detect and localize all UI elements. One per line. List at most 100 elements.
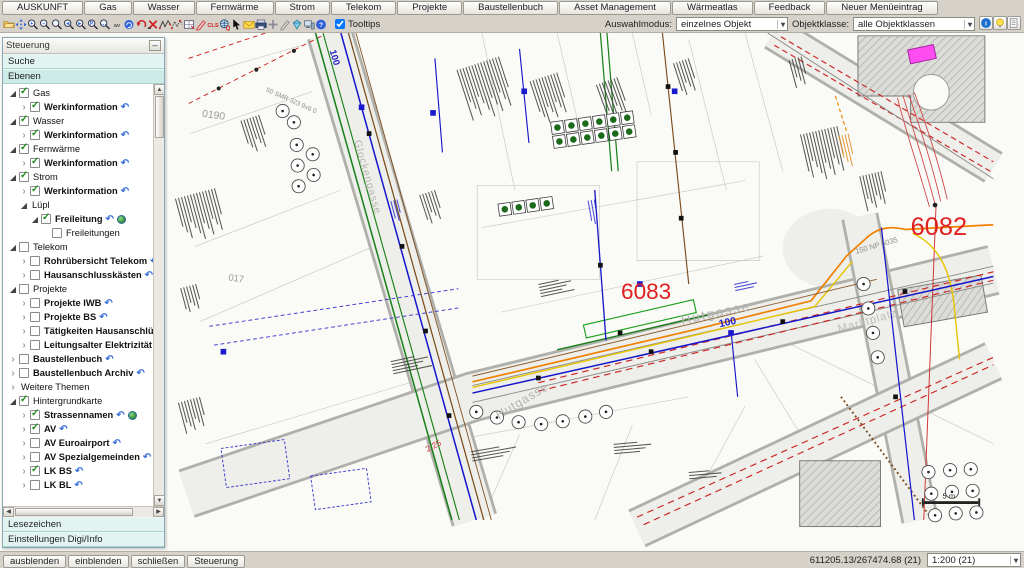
- collapse-icon[interactable]: ◢: [8, 173, 18, 182]
- menu-item-strom[interactable]: Strom: [275, 1, 330, 15]
- zoom-scale-icon[interactable]: …: [99, 17, 111, 32]
- collapse-icon[interactable]: ◢: [19, 201, 29, 210]
- open-folder-icon[interactable]: [3, 17, 15, 32]
- scroll-right-icon[interactable]: ▶: [153, 507, 164, 517]
- undo-icon[interactable]: [135, 17, 147, 32]
- gem-icon[interactable]: [291, 17, 303, 32]
- expand-icon[interactable]: ›: [19, 424, 29, 435]
- redlining-icon[interactable]: [123, 17, 135, 32]
- search-object-icon[interactable]: Q: [219, 17, 231, 32]
- collapse-icon[interactable]: ◢: [30, 215, 40, 224]
- statusbar-button-ausblenden[interactable]: ausblenden: [3, 555, 66, 568]
- layer-item-telekom[interactable]: ◢Telekom: [3, 240, 153, 254]
- layer-checkbox[interactable]: [19, 368, 29, 378]
- help-icon[interactable]: ?: [315, 17, 327, 32]
- layer-item-baustellenbuch-archiv[interactable]: ›Baustellenbuch Archiv↶: [3, 366, 153, 380]
- layer-checkbox[interactable]: [30, 340, 40, 350]
- layer-checkbox[interactable]: [19, 242, 29, 252]
- collapse-icon[interactable]: ◢: [8, 117, 18, 126]
- layer-item-rohr-bersicht-telekom[interactable]: ›Rohrübersicht Telekom↶: [3, 254, 153, 268]
- expand-icon[interactable]: ›: [19, 130, 29, 141]
- collapse-icon[interactable]: ◢: [8, 285, 18, 294]
- globe-icon[interactable]: [128, 411, 137, 420]
- expand-icon[interactable]: ›: [19, 312, 29, 323]
- map-canvas[interactable]: 608260830190017100100HutgasseHutgasseMar…: [0, 33, 1024, 551]
- layer-item-gas[interactable]: ◢Gas: [3, 86, 153, 100]
- expand-icon[interactable]: ›: [19, 186, 29, 197]
- scrollbar-thumb[interactable]: [155, 96, 164, 138]
- previous-view-icon[interactable]: ◂: [63, 17, 75, 32]
- layer-checkbox[interactable]: [30, 410, 40, 420]
- section-lesezeichen[interactable]: Lesezeichen: [3, 517, 164, 532]
- menu-item-w-rmeatlas[interactable]: Wärmeatlas: [672, 1, 753, 15]
- scroll-left-icon[interactable]: ◀: [3, 507, 14, 517]
- horizontal-scrollbar[interactable]: ◀ ▶: [3, 506, 164, 517]
- expand-icon[interactable]: ›: [19, 256, 29, 267]
- refresh-layer-icon[interactable]: ↶: [121, 158, 129, 169]
- expand-icon[interactable]: ›: [19, 480, 29, 491]
- layer-checkbox[interactable]: [30, 326, 40, 336]
- pan-icon[interactable]: P: [87, 17, 99, 32]
- globe-icon[interactable]: [117, 215, 126, 224]
- zoom-extent-icon[interactable]: [15, 17, 27, 32]
- menu-item-telekom[interactable]: Telekom: [331, 1, 396, 15]
- objektklasse-select[interactable]: alle Objektklassen▾: [853, 17, 975, 31]
- layer-item-werkinformation[interactable]: ›Werkinformation↶: [3, 128, 153, 142]
- layer-item-werkinformation[interactable]: ›Werkinformation↶: [3, 100, 153, 114]
- tooltips-checkbox[interactable]: [335, 19, 345, 29]
- statusbar-button-einblenden[interactable]: einblenden: [68, 555, 129, 568]
- idea-bulb-icon[interactable]: [993, 16, 1007, 30]
- layer-item-strom[interactable]: ◢Strom: [3, 170, 153, 184]
- minimize-button[interactable]: –: [149, 40, 161, 51]
- layer-item-werkinformation[interactable]: ›Werkinformation↶: [3, 184, 153, 198]
- menu-item-wasser[interactable]: Wasser: [133, 1, 195, 15]
- print-icon[interactable]: [255, 17, 267, 32]
- refresh-layer-icon[interactable]: ↶: [75, 466, 83, 477]
- refresh-layer-icon[interactable]: ↶: [99, 312, 107, 323]
- expand-icon[interactable]: ›: [19, 452, 29, 463]
- expand-icon[interactable]: ›: [19, 270, 29, 281]
- refresh-layer-icon[interactable]: ↶: [104, 298, 112, 309]
- menu-item-neuer-men-eintrag[interactable]: Neuer Menüeintrag: [826, 1, 937, 15]
- scroll-down-icon[interactable]: ▼: [154, 495, 164, 506]
- menu-item-asset-management[interactable]: Asset Management: [559, 1, 671, 15]
- collapse-icon[interactable]: ◢: [8, 145, 18, 154]
- refresh-layer-icon[interactable]: ↶: [112, 438, 120, 449]
- auswahlmodus-select[interactable]: einzelnes Objekt▾: [676, 17, 788, 31]
- layer-checkbox[interactable]: [41, 214, 51, 224]
- layer-checkbox[interactable]: [30, 312, 40, 322]
- refresh-layer-icon[interactable]: ↶: [121, 130, 129, 141]
- layer-item-lk-bs[interactable]: ›LK BS↶: [3, 464, 153, 478]
- layer-checkbox[interactable]: [30, 270, 40, 280]
- layer-checkbox[interactable]: [30, 256, 40, 266]
- layer-checkbox[interactable]: [19, 116, 29, 126]
- info-circle-icon[interactable]: i: [979, 16, 993, 30]
- layer-item-wasser[interactable]: ◢Wasser: [3, 114, 153, 128]
- info-pointer-icon[interactable]: [231, 17, 243, 32]
- menu-item-feedback[interactable]: Feedback: [754, 1, 826, 15]
- expand-icon[interactable]: ›: [8, 382, 18, 393]
- layer-item-weitere-themen[interactable]: ›Weitere Themen: [3, 380, 153, 394]
- section-einstellungen[interactable]: Einstellungen Digi/Info: [3, 532, 164, 547]
- expand-icon[interactable]: ›: [19, 438, 29, 449]
- layer-item-hausanschlussk-sten[interactable]: ›Hausanschlusskästen↶: [3, 268, 153, 282]
- expand-icon[interactable]: ›: [8, 368, 18, 379]
- refresh-layer-icon[interactable]: ↶: [143, 452, 151, 463]
- expand-icon[interactable]: ›: [19, 340, 29, 351]
- section-suche[interactable]: Suche: [3, 54, 164, 69]
- layer-item-strassennamen[interactable]: ›Strassennamen↶: [3, 408, 153, 422]
- refresh-layer-icon[interactable]: ↶: [106, 214, 114, 225]
- layer-checkbox[interactable]: [30, 452, 40, 462]
- layer-checkbox[interactable]: [30, 186, 40, 196]
- layer-checkbox[interactable]: [19, 284, 29, 294]
- session-icon[interactable]: [303, 17, 315, 32]
- scroll-up-icon[interactable]: ▲: [154, 84, 164, 95]
- layer-item-l-pl[interactable]: ◢Lüpl: [3, 198, 153, 212]
- zoom-window-icon[interactable]: [51, 17, 63, 32]
- section-ebenen[interactable]: Ebenen: [3, 69, 164, 84]
- av-icon[interactable]: av: [111, 17, 123, 32]
- scale-select[interactable]: 1:200 (21)▾: [927, 553, 1021, 567]
- collapse-icon[interactable]: ◢: [8, 89, 18, 98]
- menu-item-gas[interactable]: Gas: [84, 1, 131, 15]
- refresh-layer-icon[interactable]: ↶: [136, 368, 144, 379]
